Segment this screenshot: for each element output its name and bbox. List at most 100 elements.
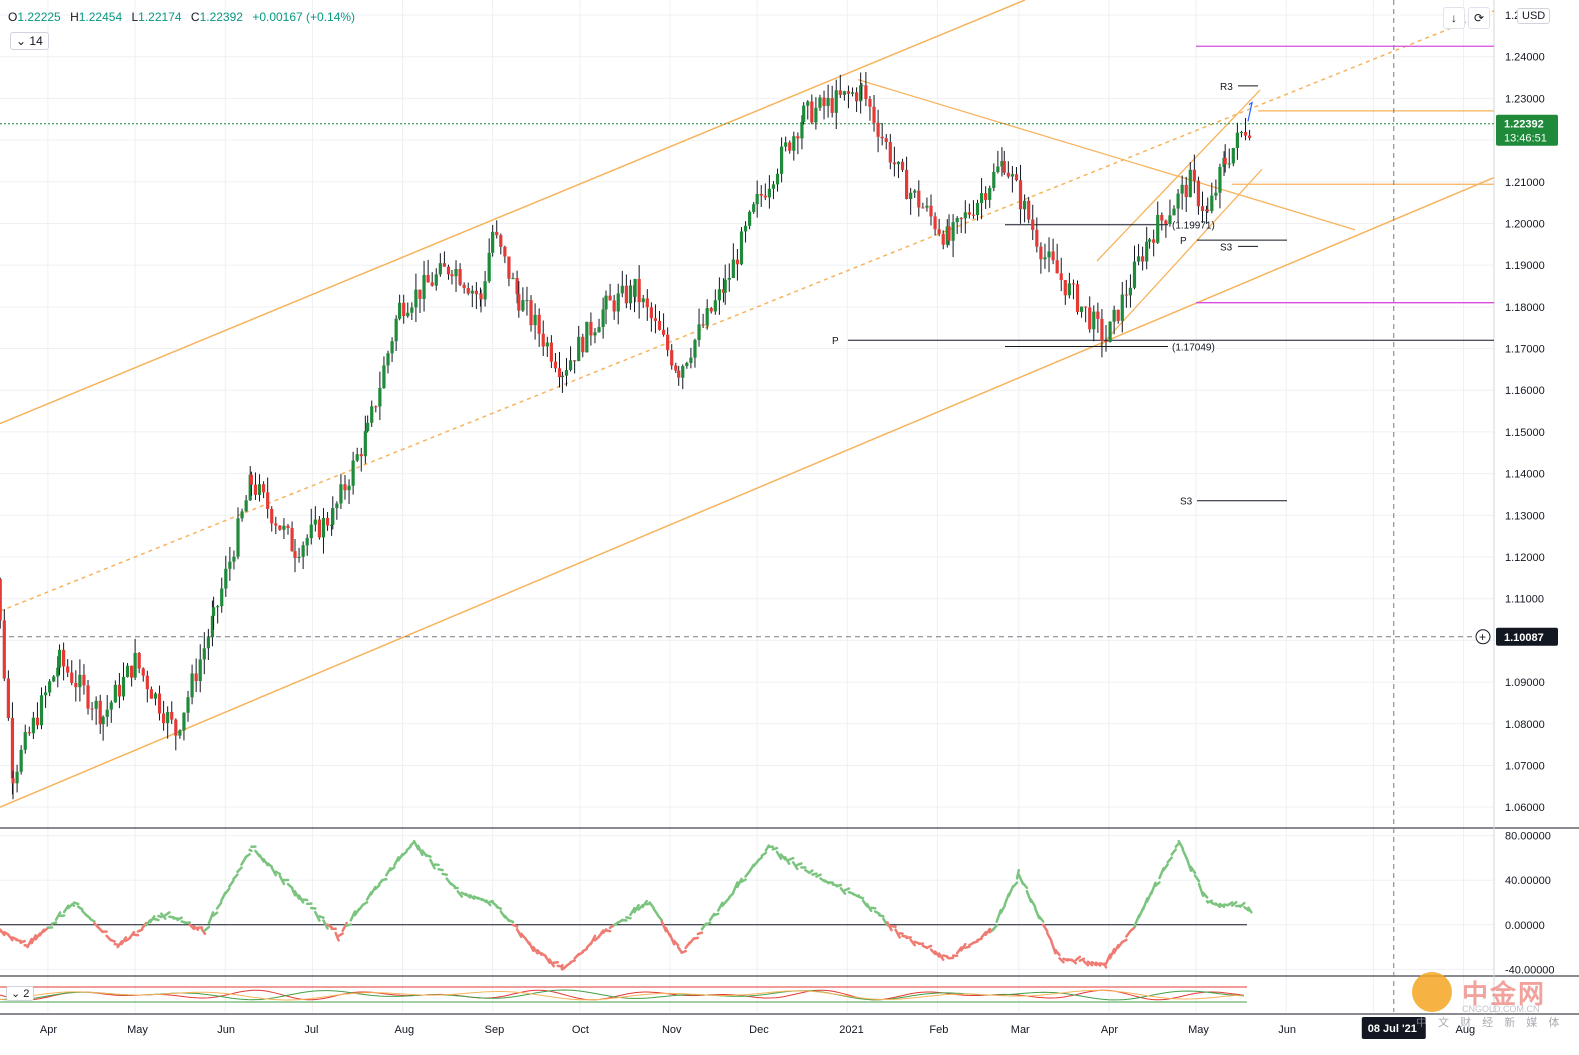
oscillator-segment bbox=[554, 962, 558, 963]
candle-body bbox=[810, 101, 813, 122]
candle-body bbox=[1076, 284, 1079, 312]
candle-body bbox=[507, 257, 510, 279]
candle-body bbox=[182, 713, 185, 731]
candle-body bbox=[1064, 280, 1067, 295]
candle-body bbox=[984, 193, 987, 200]
candle-body bbox=[162, 714, 165, 724]
candle-body bbox=[638, 279, 641, 302]
candle-body bbox=[864, 85, 867, 99]
close-label: C bbox=[191, 10, 200, 24]
candle-body bbox=[621, 286, 624, 294]
oscillator-tick-label: 40.00000 bbox=[1505, 875, 1551, 887]
candle-body bbox=[772, 184, 775, 188]
change-value: +0.00167 (+0.14%) bbox=[252, 10, 355, 24]
candle-body bbox=[216, 606, 219, 607]
oscillator-segment bbox=[698, 933, 702, 934]
chart-canvas[interactable]: R3P(1.17049)(1.19971)PS3S31.060001.07000… bbox=[0, 0, 1579, 1050]
candle-body bbox=[335, 503, 338, 508]
candle-body bbox=[1189, 170, 1192, 197]
candle-body bbox=[604, 296, 607, 310]
indicator-length-selector[interactable]: ⌄ 14 bbox=[10, 32, 49, 50]
candle-body bbox=[110, 702, 113, 709]
chart-stage[interactable]: R3P(1.17049)(1.19971)PS3S31.060001.07000… bbox=[0, 0, 1579, 1050]
candle-body bbox=[831, 98, 834, 113]
oscillator-segment bbox=[21, 941, 25, 943]
candle-body bbox=[589, 322, 592, 335]
candle-body bbox=[1117, 310, 1120, 321]
candle-body bbox=[658, 321, 661, 330]
price-tick-label: 1.14000 bbox=[1505, 469, 1545, 481]
open-value: 1.22225 bbox=[17, 10, 60, 24]
price-tick-label: 1.07000 bbox=[1505, 760, 1545, 772]
candle-body bbox=[44, 692, 47, 695]
candle-body bbox=[1113, 310, 1116, 322]
high-value: 1.22454 bbox=[79, 10, 122, 24]
oscillator-param-value: 2 bbox=[23, 988, 29, 1000]
candle-body bbox=[681, 366, 684, 378]
candle-body bbox=[847, 91, 850, 94]
candle-body bbox=[613, 300, 616, 311]
candle-body bbox=[593, 332, 596, 335]
candle-body bbox=[905, 170, 908, 199]
candle-body bbox=[32, 718, 35, 733]
candle-body bbox=[99, 701, 102, 724]
candle-body bbox=[881, 137, 884, 139]
candle-body bbox=[290, 528, 293, 551]
candle-body bbox=[245, 500, 248, 511]
candle-body bbox=[732, 260, 735, 278]
candle-body bbox=[58, 650, 61, 668]
candle-body bbox=[339, 484, 342, 503]
oscillator-segment bbox=[52, 923, 56, 924]
candle-body bbox=[1023, 201, 1026, 209]
oscillator-param-selector[interactable]: ⌄ 2 bbox=[6, 986, 34, 1001]
candle-body bbox=[1172, 209, 1175, 216]
currency-label[interactable]: USD bbox=[1517, 8, 1550, 24]
candle-body bbox=[569, 360, 572, 370]
candle-body bbox=[511, 278, 514, 279]
candle-body bbox=[158, 694, 161, 714]
candle-body bbox=[992, 172, 995, 188]
arrow-down-icon[interactable]: ↓ bbox=[1443, 7, 1465, 29]
candle-body bbox=[585, 322, 588, 352]
candle-body bbox=[702, 324, 705, 325]
price-tick-label: 1.17000 bbox=[1505, 344, 1545, 356]
candle-body bbox=[366, 423, 369, 431]
candle-body bbox=[642, 298, 645, 302]
candle-body bbox=[1056, 260, 1059, 273]
candle-body bbox=[427, 275, 430, 282]
candle-body bbox=[118, 685, 121, 697]
oscillator-segment bbox=[714, 914, 718, 915]
candle-body bbox=[274, 523, 277, 525]
candle-body bbox=[988, 188, 991, 200]
candle-body bbox=[3, 620, 6, 678]
candle-body bbox=[1104, 341, 1107, 342]
candle-body bbox=[270, 509, 273, 524]
candle-body bbox=[240, 511, 243, 518]
candle-body bbox=[822, 98, 825, 107]
candle-body bbox=[728, 278, 731, 280]
candle-body bbox=[1092, 312, 1095, 330]
candle-body bbox=[780, 147, 783, 174]
candle-body bbox=[517, 294, 520, 310]
candle-body bbox=[855, 92, 858, 101]
annotation-2-label: (1.17049) bbox=[1172, 342, 1215, 353]
candle-body bbox=[450, 274, 453, 276]
candle-body bbox=[1206, 210, 1209, 211]
oscillator-segment bbox=[382, 879, 386, 880]
fullscreen-icon[interactable]: ⟳ bbox=[1468, 7, 1490, 29]
candle-body bbox=[1019, 180, 1022, 209]
candle-body bbox=[835, 90, 838, 113]
candle-body bbox=[558, 368, 561, 377]
candle-body bbox=[996, 167, 999, 173]
candle-body bbox=[764, 196, 767, 198]
candle-body bbox=[674, 366, 677, 371]
candle-body bbox=[78, 675, 81, 687]
annotation-1-label: P bbox=[832, 336, 839, 347]
candle-body bbox=[499, 235, 502, 247]
candle-body bbox=[752, 204, 755, 212]
candle-body bbox=[1156, 215, 1159, 243]
candle-body bbox=[483, 281, 486, 299]
oscillator-segment bbox=[115, 944, 118, 945]
candle-body bbox=[48, 681, 51, 692]
candle-body bbox=[670, 350, 673, 365]
